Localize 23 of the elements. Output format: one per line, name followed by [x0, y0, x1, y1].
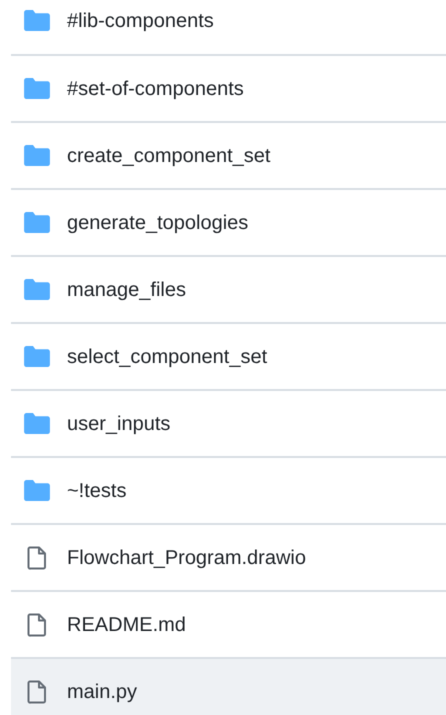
folder-icon: [24, 346, 50, 367]
folder-icon: [24, 212, 50, 233]
file-name[interactable]: manage_files: [67, 274, 186, 304]
file-name[interactable]: main.py: [67, 676, 138, 706]
file-name[interactable]: user_inputs: [67, 408, 170, 438]
file-icon: [27, 546, 47, 570]
folder-icon: [24, 78, 50, 99]
file-name[interactable]: create_component_set: [67, 140, 270, 170]
folder-icon: [24, 413, 50, 434]
file-name[interactable]: README.md: [67, 610, 186, 640]
file-icon: [27, 680, 47, 704]
folder-icon: [24, 279, 50, 300]
folder-icon: [24, 145, 50, 166]
file-name[interactable]: Flowchart_Program.drawio: [67, 542, 306, 572]
file-name[interactable]: generate_topologies: [67, 208, 248, 238]
folder-icon: [24, 10, 50, 31]
file-name[interactable]: #lib-components: [67, 6, 214, 36]
file-row[interactable]: main.py: [11, 657, 446, 715]
file-name[interactable]: #set-of-components: [67, 74, 244, 104]
folder-icon: [24, 480, 50, 501]
file-name[interactable]: ~!tests: [67, 476, 126, 506]
file-icon: [27, 612, 47, 636]
file-name[interactable]: select_component_set: [67, 342, 268, 372]
